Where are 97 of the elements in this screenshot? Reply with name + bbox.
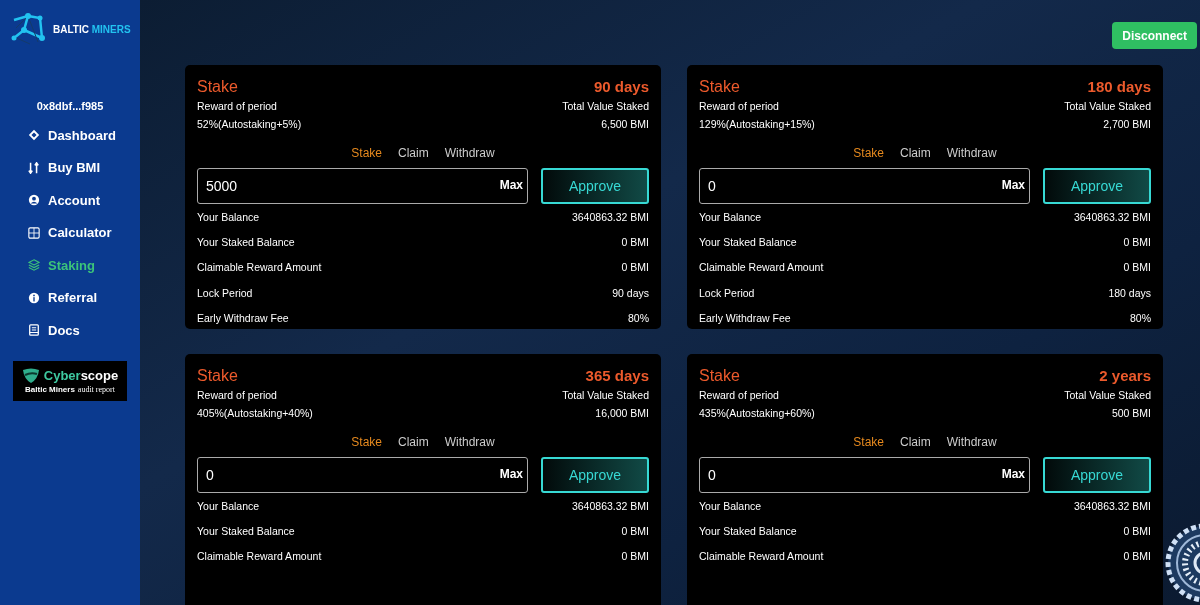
- tab[interactable]: Withdraw: [442, 435, 497, 449]
- tvs-value: 6,500 BMI: [601, 117, 649, 132]
- sidebar-item[interactable]: Staking: [28, 249, 140, 282]
- tab[interactable]: Withdraw: [944, 435, 999, 449]
- user-icon: [28, 194, 40, 207]
- stat-label: Your Balance: [197, 499, 260, 512]
- max-button[interactable]: Max: [499, 467, 523, 481]
- stat-value: 3640863.32 BMI: [1073, 499, 1151, 512]
- stat-value: 3640863.32 BMI: [571, 210, 649, 223]
- tvs-label: Total Value Staked: [1064, 388, 1151, 403]
- stat-value: 80%: [1130, 311, 1151, 324]
- sidebar-item[interactable]: Dashboard: [28, 119, 140, 152]
- stat-label: Claimable Reward Amount: [197, 261, 322, 274]
- tvs-value: 16,000 BMI: [595, 406, 649, 421]
- stat-value: 0 BMI: [1123, 550, 1151, 563]
- stat-label: Your Balance: [699, 499, 762, 512]
- audit-caption: audit report: [77, 384, 115, 394]
- tvs-label: Total Value Staked: [562, 388, 649, 403]
- audit-brand: Cyberscope: [43, 368, 119, 383]
- card-title: Stake: [197, 366, 238, 386]
- reward-value: 435%(Autostaking+60%): [699, 406, 815, 421]
- max-button[interactable]: Max: [499, 178, 523, 192]
- book-icon: [28, 324, 40, 337]
- sidebar-item[interactable]: Account: [28, 184, 140, 217]
- audit-project: Baltic Miners: [25, 384, 75, 394]
- audit-badge[interactable]: Cyberscope Baltic Miners audit report: [13, 360, 127, 401]
- stat-label: Lock Period: [699, 286, 755, 299]
- wallet-address: 0x8dbf...f985: [36, 100, 104, 112]
- tab[interactable]: Claim: [396, 435, 431, 449]
- stat-value: 0 BMI: [1123, 235, 1151, 248]
- stat-value: 0 BMI: [621, 524, 649, 537]
- tvs-label: Total Value Staked: [1064, 99, 1151, 114]
- arrows-icon: [28, 161, 40, 174]
- sidebar-item[interactable]: Docs: [28, 314, 140, 347]
- reward-label: Reward of period: [197, 99, 277, 114]
- stat-value: 80%: [628, 311, 649, 324]
- tvs-label: Total Value Staked: [562, 99, 649, 114]
- stat-value: 3640863.32 BMI: [571, 499, 649, 512]
- max-button[interactable]: Max: [1001, 178, 1025, 192]
- tab[interactable]: Claim: [898, 146, 933, 160]
- sidebar-item[interactable]: Calculator: [28, 216, 140, 249]
- stat-label: Claimable Reward Amount: [197, 550, 322, 563]
- reward-value: 405%(Autostaking+40%): [197, 406, 313, 421]
- shield-icon: [21, 367, 40, 384]
- reward-value: 129%(Autostaking+15%): [699, 117, 815, 132]
- stat-value: 0 BMI: [621, 550, 649, 563]
- tab[interactable]: Withdraw: [944, 146, 999, 160]
- stat-label: Your Staked Balance: [197, 235, 295, 248]
- stat-value: 0 BMI: [1123, 524, 1151, 537]
- period-label: 365 days: [585, 366, 649, 386]
- reward-label: Reward of period: [197, 388, 277, 403]
- period-label: 180 days: [1087, 77, 1151, 97]
- max-button[interactable]: Max: [1001, 467, 1025, 481]
- period-label: 2 years: [1099, 366, 1151, 386]
- reward-label: Reward of period: [699, 99, 779, 114]
- calculator-icon: [28, 226, 40, 239]
- stat-value: 0 BMI: [621, 261, 649, 274]
- tab[interactable]: Stake: [851, 146, 886, 160]
- approve-button[interactable]: Approve: [541, 168, 649, 204]
- stat-value: 180 days: [1108, 286, 1151, 299]
- stat-label: Your Staked Balance: [699, 524, 797, 537]
- stat-label: Your Staked Balance: [197, 524, 295, 537]
- approve-button[interactable]: Approve: [1043, 168, 1151, 204]
- card-title: Stake: [699, 366, 740, 386]
- tab[interactable]: Stake: [349, 435, 384, 449]
- stat-label: Your Balance: [699, 210, 762, 223]
- stat-label: Your Staked Balance: [699, 235, 797, 248]
- tab[interactable]: Claim: [396, 146, 431, 160]
- info-icon: [28, 291, 40, 304]
- tab[interactable]: Stake: [349, 146, 384, 160]
- stat-label: Early Withdraw Fee: [197, 311, 289, 324]
- stat-label: Early Withdraw Fee: [699, 311, 791, 324]
- approve-button[interactable]: Approve: [541, 457, 649, 493]
- sidebar-item[interactable]: Buy BMI: [28, 151, 140, 184]
- stat-label: Claimable Reward Amount: [699, 261, 824, 274]
- stat-label: Claimable Reward Amount: [699, 550, 824, 563]
- approve-button[interactable]: Approve: [1043, 457, 1151, 493]
- reward-value: 52%(Autostaking+5%): [197, 117, 302, 132]
- tab[interactable]: Stake: [851, 435, 886, 449]
- stat-value: 0 BMI: [1123, 261, 1151, 274]
- reward-label: Reward of period: [699, 388, 779, 403]
- layers-icon: [28, 259, 40, 272]
- sidebar-item[interactable]: Referral: [28, 281, 140, 314]
- card-title: Stake: [699, 77, 740, 97]
- stat-value: 3640863.32 BMI: [1073, 210, 1151, 223]
- tab[interactable]: Withdraw: [442, 146, 497, 160]
- stat-value: 90 days: [612, 286, 649, 299]
- card-title: Stake: [197, 77, 238, 97]
- tvs-value: 2,700 BMI: [1103, 117, 1151, 132]
- brand-name: BALTIC MINERS: [53, 23, 131, 35]
- tvs-value: 500 BMI: [1111, 406, 1151, 421]
- period-label: 90 days: [593, 77, 649, 97]
- stat-label: Your Balance: [197, 210, 260, 223]
- stat-label: Lock Period: [197, 286, 253, 299]
- diamond-icon: [28, 129, 40, 142]
- tab[interactable]: Claim: [898, 435, 933, 449]
- stat-value: 0 BMI: [621, 235, 649, 248]
